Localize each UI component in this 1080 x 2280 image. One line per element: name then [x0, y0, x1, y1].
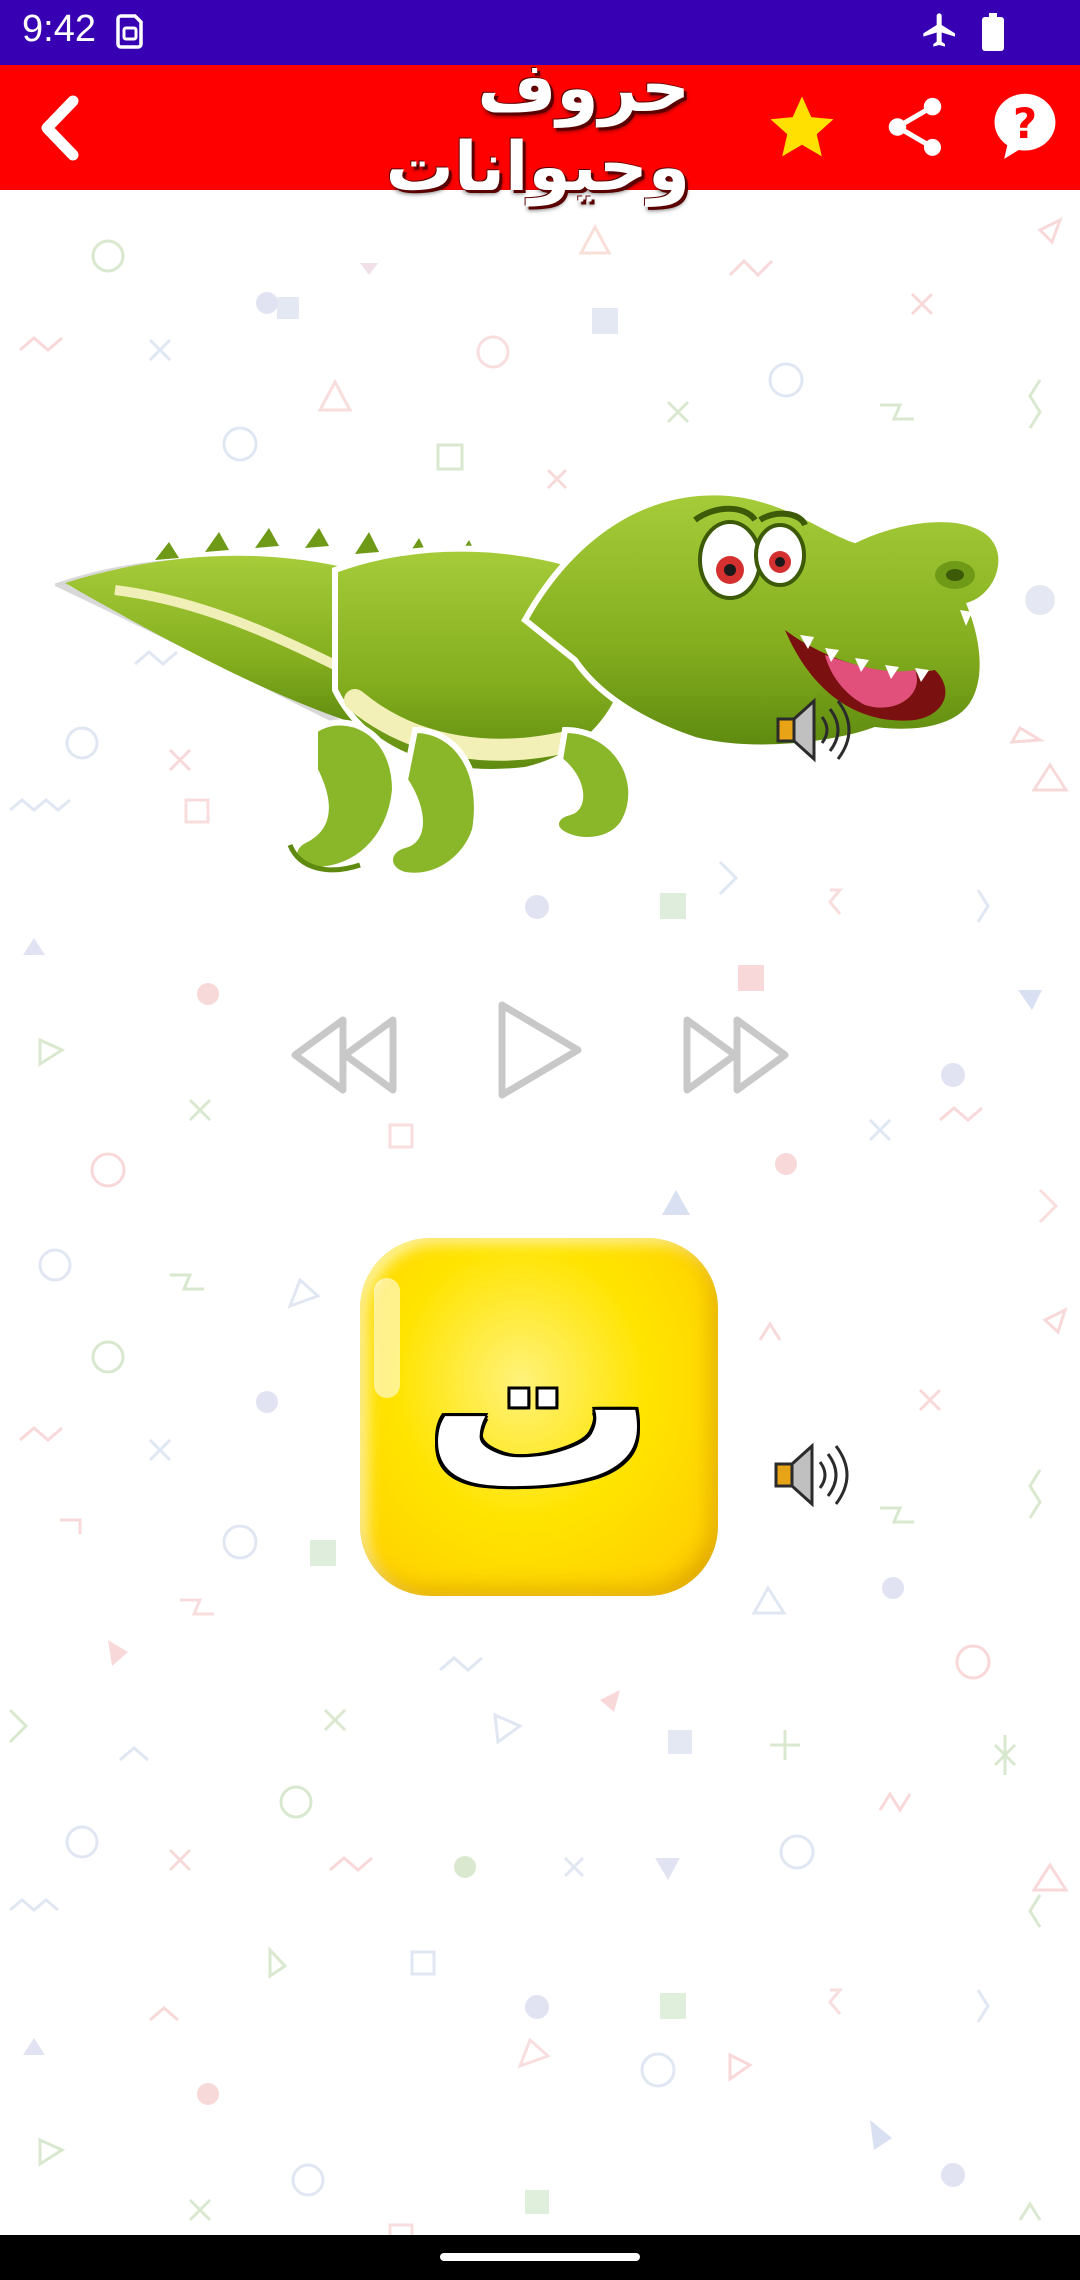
star-icon [770, 96, 834, 157]
home-gesture-handle[interactable] [440, 2253, 640, 2261]
previous-icon [291, 1016, 397, 1094]
tile-highlight [374, 1278, 400, 1398]
lesson-screen: ت [0, 190, 1080, 2235]
airplane-mode-icon [920, 10, 960, 54]
play-button[interactable] [490, 995, 590, 1105]
status-time: 9:42 [22, 8, 96, 50]
speaker-icon [774, 1442, 849, 1508]
back-icon [41, 95, 79, 160]
crocodile-image[interactable] [55, 430, 1030, 1010]
next-button[interactable] [675, 1005, 795, 1105]
navigation-bar [0, 2235, 1080, 2280]
next-icon [683, 1016, 789, 1094]
share-button[interactable] [875, 87, 955, 167]
svg-text:?: ? [1013, 99, 1037, 148]
previous-button[interactable] [285, 1005, 405, 1105]
letter-sound-button[interactable] [768, 1430, 858, 1520]
share-icon [888, 97, 942, 156]
sim-icon [115, 12, 145, 54]
app-title: حروف وحيوانات [385, 48, 690, 207]
animal-sound-button[interactable] [770, 685, 860, 775]
speaker-icon [776, 697, 851, 763]
back-button[interactable] [20, 85, 100, 170]
help-button[interactable]: ? [985, 87, 1065, 167]
help-icon: ? [994, 93, 1056, 159]
play-icon [498, 1001, 582, 1099]
favorite-button[interactable] [762, 87, 842, 167]
letter-tile[interactable]: ت [360, 1238, 718, 1596]
battery-icon [982, 13, 1004, 55]
app-bar: حروف وحيوانات ? [0, 48, 1080, 207]
letter-glyph: ت [423, 1273, 655, 1540]
